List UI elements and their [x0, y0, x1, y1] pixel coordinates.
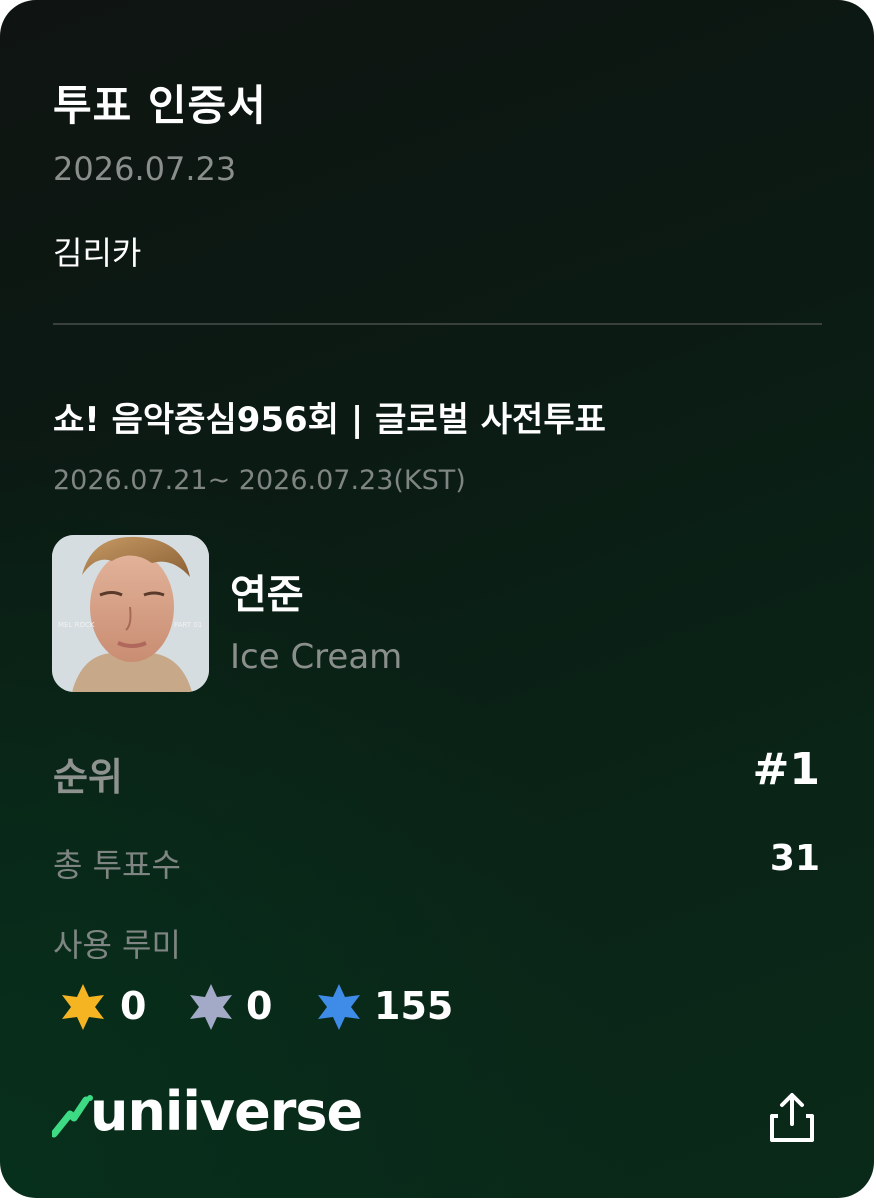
rumi-blue-count: 155 [374, 984, 454, 1028]
divider [53, 323, 822, 325]
total-votes-value: 31 [769, 838, 820, 879]
album-text-right: PART 01 [174, 621, 202, 629]
user-name: 김리카 [53, 234, 142, 272]
silver-rumi-icon [190, 984, 232, 1030]
song-title: Ice Cream [230, 637, 403, 677]
rank-label: 순위 [53, 755, 123, 799]
certificate-date: 2026.07.23 [53, 150, 237, 188]
blue-rumi-icon [318, 984, 360, 1030]
rumi-used-label: 사용 루미 [53, 926, 181, 964]
universe-logo-text: uniiverse [90, 1080, 363, 1143]
album-art: MEL ROCK PART 01 [52, 535, 209, 692]
album-text-left: MEL ROCK [58, 621, 95, 629]
rank-value: #1 [752, 744, 820, 795]
share-button[interactable] [764, 1090, 820, 1146]
event-title: 쇼! 음악중심956회 | 글로벌 사전투표 [53, 400, 606, 440]
share-icon [770, 1093, 814, 1142]
vote-certificate-card: 투표 인증서 2026.07.23 김리카 쇼! 음악중심956회 | 글로벌 … [0, 0, 874, 1198]
total-votes-label: 총 투표수 [53, 846, 181, 884]
gold-rumi-icon [62, 984, 104, 1030]
rumi-gold-count: 0 [120, 984, 147, 1028]
event-period: 2026.07.21~ 2026.07.23(KST) [53, 465, 466, 496]
certificate-title: 투표 인증서 [53, 81, 267, 130]
rumi-silver-count: 0 [246, 984, 273, 1028]
artist-name: 연준 [230, 572, 304, 618]
